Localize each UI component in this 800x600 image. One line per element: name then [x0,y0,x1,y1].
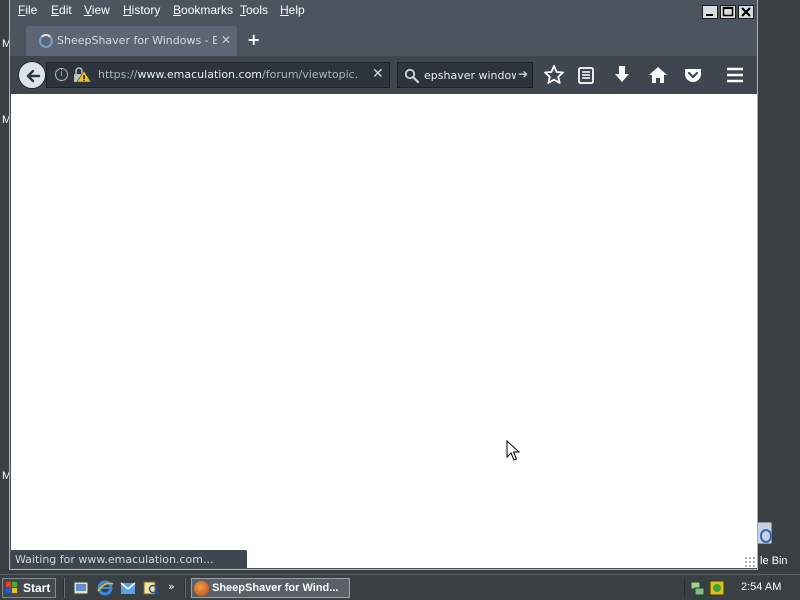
menu-bar: File Edit View History Bookmarks Tools H… [10,0,757,22]
search-input[interactable]: epshaver windows [424,69,516,82]
tray-app-icon[interactable] [709,580,725,596]
close-icon [741,7,751,17]
url-text[interactable]: https://www.emaculation.com/forum/viewto… [98,68,358,81]
outlook-express-icon[interactable] [119,579,137,597]
close-window-button[interactable] [738,5,754,19]
taskbar: Start » SheepShaver for Wind... 2:54 AM [0,574,800,600]
show-desktop-icon[interactable] [72,579,90,597]
home-icon[interactable] [647,64,669,86]
back-button[interactable] [18,61,46,89]
new-tab-button[interactable]: + [247,30,260,49]
search-icon [404,68,420,84]
minimize-button[interactable] [702,5,718,19]
download-icon[interactable] [611,64,633,86]
menu-edit[interactable]: Edit [51,3,72,17]
search-files-icon[interactable] [142,579,160,597]
search-go-button[interactable]: ➔ [518,67,528,81]
maximize-icon [722,6,734,17]
tab-active[interactable]: SheepShaver for Windows - E... ✕ [26,26,237,56]
taskbar-button-label: SheepShaver for Wind... [212,582,339,594]
start-label: Start [23,581,51,595]
back-arrow-icon [26,69,41,83]
menu-tools[interactable]: Tools [240,3,268,17]
navigation-toolbar: i https://www.emaculation.com/forum/view… [10,56,757,94]
tab-close-button[interactable]: ✕ [221,33,231,47]
insecure-lock-icon[interactable] [72,67,92,83]
status-panel: Waiting for www.emaculation.com... [11,550,247,568]
pocket-icon[interactable] [682,64,704,86]
minimize-icon [706,14,713,16]
loading-spinner-icon [39,34,53,48]
menu-view[interactable]: View [84,3,110,17]
url-bar[interactable]: i https://www.emaculation.com/forum/view… [46,62,390,88]
resize-grip[interactable] [744,556,756,568]
browser-window: File Edit View History Bookmarks Tools H… [9,0,758,570]
info-icon[interactable]: i [55,68,68,81]
firefox-icon [194,581,209,596]
search-bar[interactable]: epshaver windows ➔ [397,62,533,88]
mouse-cursor-icon [506,440,520,461]
internet-explorer-icon[interactable] [96,579,114,597]
start-button[interactable]: Start [2,578,56,598]
taskbar-separator [184,578,186,598]
page-content[interactable] [11,94,757,568]
menu-help[interactable]: Help [280,3,305,17]
windows-logo-icon [6,582,17,593]
taskbar-separator [63,578,65,598]
menu-history[interactable]: History [123,3,160,17]
recycle-bin-label: le Bin [760,555,788,567]
system-tray: 2:54 AM [684,578,798,598]
hamburger-menu-icon[interactable] [724,64,746,86]
menu-bookmarks[interactable]: Bookmarks [173,3,233,17]
quicklaunch-overflow-button[interactable]: » [168,580,175,593]
menu-file[interactable]: File [18,3,37,17]
status-text: Waiting for www.emaculation.com... [15,553,214,566]
reading-list-icon[interactable] [575,64,597,86]
system-clock[interactable]: 2:54 AM [741,581,781,593]
stop-loading-button[interactable]: ✕ [372,66,384,82]
taskbar-button-firefox[interactable]: SheepShaver for Wind... [191,578,350,598]
tab-title: SheepShaver for Windows - E... [57,34,217,47]
tab-strip: SheepShaver for Windows - E... ✕ + [10,22,757,56]
bookmark-star-icon[interactable] [543,64,565,86]
maximize-button[interactable] [720,5,736,19]
network-icon[interactable] [690,580,706,596]
